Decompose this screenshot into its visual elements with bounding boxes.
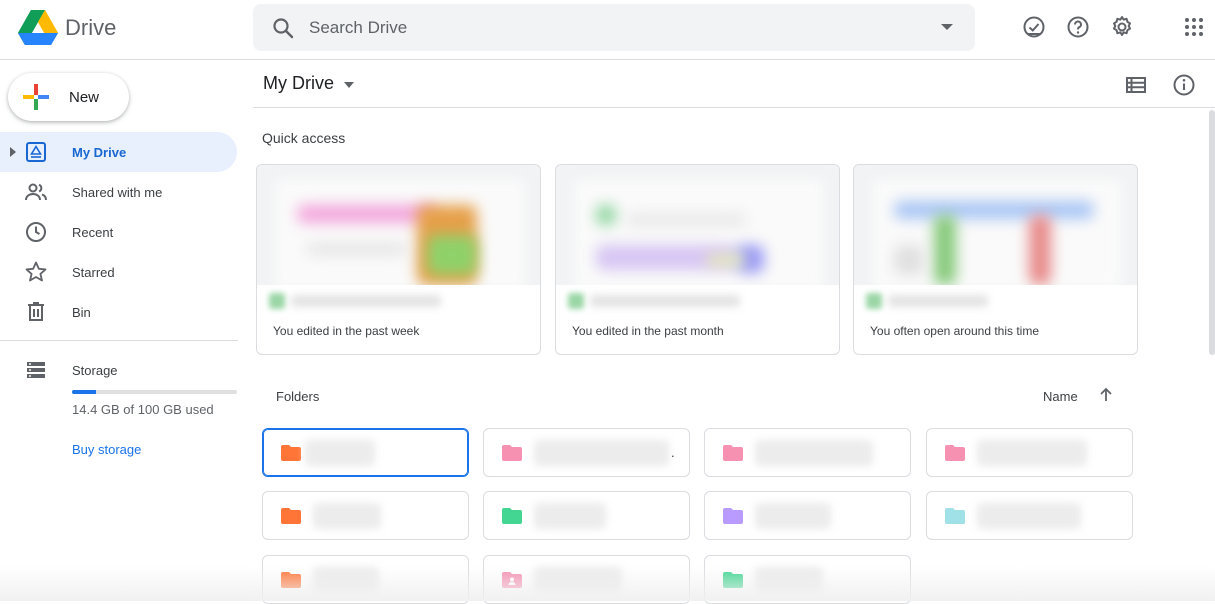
top-bar: Drive [0,0,1215,60]
sort-by-name-button[interactable]: Name [1043,389,1078,404]
offline-check-icon [1023,16,1045,38]
main-divider [253,107,1215,108]
clock-icon [26,222,46,242]
folder-item[interactable] [926,428,1133,477]
folder-item[interactable] [262,491,469,540]
folder-icon [281,445,301,461]
storage-icon [27,362,45,378]
gear-icon [1113,16,1131,36]
folder-item[interactable] [926,491,1133,540]
my-drive-icon [26,142,46,162]
sidebar-item-starred[interactable]: Starred [0,252,237,292]
folder-icon [945,445,965,461]
search-bar[interactable] [253,4,975,51]
app-name: Drive [65,15,117,40]
info-icon[interactable] [1171,72,1197,98]
folder-icon [723,508,743,524]
storage-progress-bar [72,390,237,394]
file-thumbnail [854,165,1137,285]
storage-label: Storage [72,363,118,378]
sidebar-item-label: Recent [72,225,114,240]
sidebar-item-label: Bin [72,305,91,320]
scrollbar[interactable] [1209,110,1215,355]
folder-icon [945,508,965,524]
apps-button[interactable] [1180,13,1208,41]
file-name-bar [854,285,1137,317]
folder-name-blurred [305,440,375,466]
sidebar-item-recent[interactable]: Recent [0,212,237,252]
sidebar-item-label: My Drive [72,145,127,160]
ready-for-offline-button[interactable] [1020,13,1048,41]
sidebar-item-label: Starred [72,265,115,280]
quick-access-reason: You edited in the past month [572,324,724,338]
file-thumbnail [556,165,839,285]
folder-name-blurred [977,440,1087,466]
sidebar-item-label: Shared with me [72,185,163,200]
folder-item[interactable] [704,428,911,477]
folder-name-blurred [755,440,873,466]
folder-name-blurred [977,503,1081,529]
folder-name-blurred [313,503,381,529]
bottom-fade [0,566,1215,601]
file-name-bar [257,285,540,317]
folder-name-blurred [755,503,831,529]
search-icon[interactable] [271,16,295,40]
folder-icon [502,508,522,524]
sidebar-item-shared-with-me[interactable]: Shared with me [0,172,237,212]
people-icon [25,183,47,201]
storage-progress-fill [72,390,96,394]
folder-item[interactable] [262,428,469,477]
folder-item[interactable]: . [483,428,690,477]
search-options-chevron-down-icon[interactable] [941,22,953,32]
arrow-up-icon[interactable] [1097,386,1115,404]
folder-name-blurred [534,503,606,529]
apps-grid-icon [1185,18,1203,36]
sidebar-nav: My Drive Shared with me Recent Starred B… [0,132,240,332]
folders-label: Folders [276,389,320,404]
quick-access-label: Quick access [262,130,346,146]
sidebar-divider [0,340,238,341]
page-title[interactable]: My Drive [263,73,334,94]
search-input[interactable] [309,12,909,44]
storage-used-text: 14.4 GB of 100 GB used [72,402,214,417]
settings-button[interactable] [1108,13,1136,41]
list-view-icon[interactable] [1124,73,1148,97]
folder-item[interactable] [483,491,690,540]
folder-icon [281,508,301,524]
folder-icon [723,445,743,461]
trash-icon [28,302,44,321]
sidebar-item-my-drive[interactable]: My Drive [0,132,237,172]
quick-access-card[interactable]: You edited in the past week [256,164,541,355]
folder-item[interactable] [704,491,911,540]
chevron-down-icon[interactable] [343,81,355,89]
file-name-bar [556,285,839,317]
folder-name-truncation: . [671,445,675,460]
new-button[interactable]: New [8,73,129,121]
quick-access-card[interactable]: You often open around this time [853,164,1138,355]
help-icon [1067,16,1089,38]
folder-icon [502,445,522,461]
folder-name-blurred [534,440,669,466]
quick-access-card[interactable]: You edited in the past month [555,164,840,355]
sidebar-item-bin[interactable]: Bin [0,292,237,332]
help-button[interactable] [1064,13,1092,41]
quick-access-reason: You often open around this time [870,324,1040,338]
drive-logo-icon[interactable] [18,10,58,46]
buy-storage-link[interactable]: Buy storage [72,442,141,457]
quick-access-reason: You edited in the past week [273,324,420,338]
plus-icon [23,84,49,110]
sidebar-item-storage[interactable]: Storage [0,352,240,388]
new-button-label: New [69,89,100,106]
star-icon [25,261,47,282]
expand-arrow-icon[interactable] [9,147,17,157]
file-thumbnail [257,165,540,285]
